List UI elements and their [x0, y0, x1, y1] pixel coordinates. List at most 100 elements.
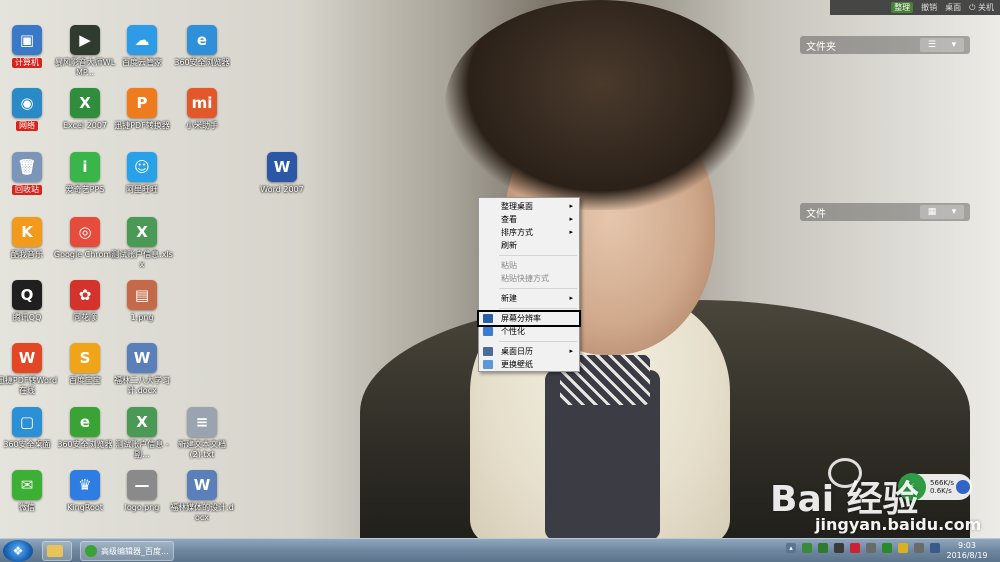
chevron-down-icon[interactable]: ▾ [952, 40, 957, 50]
menu-separator [499, 308, 577, 309]
network-tray-icon[interactable] [898, 543, 908, 553]
desktop-icon-word-file[interactable]: W 福林二八大学习计.docx [110, 343, 174, 396]
desktop-icon-label: 小米助手 [186, 121, 218, 130]
monitor-icon[interactable] [834, 543, 844, 553]
desktop-icon-text-file[interactable]: ≡ 新建文本文档 (2).txt [170, 407, 234, 460]
desktop-icon-ie-browser[interactable]: e 360安全浏览器 [170, 25, 234, 68]
desktop-icon-pdf-converter[interactable]: P 迅捷PDF转换器 [110, 88, 174, 131]
clock-date: 2016/8/19 [946, 551, 988, 560]
flag-icon[interactable] [850, 543, 860, 553]
menu-item-2[interactable]: 排序方式 ▸ [479, 226, 579, 239]
volume-icon[interactable] [914, 543, 924, 553]
pdf-converter-icon: P [127, 88, 157, 118]
desktop-icon-wechat[interactable]: ✉ 微信 [0, 470, 59, 513]
tray-expand-icon[interactable]: ▴ [786, 543, 796, 553]
desktop-icon-network[interactable]: ◉ 网络 [0, 88, 59, 131]
chevron-down-icon[interactable]: ▾ [952, 207, 957, 217]
browser-task[interactable]: 高级编辑器_百度... [80, 541, 174, 561]
desktop-icon-cloud[interactable]: ☁ 百度云管家 [110, 25, 174, 68]
menu-item-3[interactable]: 刷新 [479, 239, 579, 252]
desktop-icon-kuwo-music[interactable]: K 酷我音乐 [0, 217, 59, 260]
menu-item-6[interactable]: 新建 ▸ [479, 292, 579, 305]
desktop-icon-aliwangwang[interactable]: ☺ 阿里旺旺 [110, 152, 174, 195]
desktop-icon-label: 360安全浏览器 [57, 440, 113, 449]
menu-item-label: 整理桌面 [501, 202, 533, 211]
battery-icon[interactable] [802, 543, 812, 553]
desktop-icon-label: 1.png [130, 313, 154, 322]
menu-item-8[interactable]: 个性化 [479, 325, 579, 338]
desktop-icon-recycle-bin[interactable]: 🗑 回收站 [0, 152, 59, 195]
desktop-icon-label: Excel 2007 [62, 121, 108, 130]
undo-button[interactable]: 撤销 [921, 2, 937, 13]
taskbar-clock[interactable]: 9:03 2016/8/19 [942, 541, 992, 561]
fence-title: 文件夹 [806, 41, 836, 53]
shield-icon[interactable] [882, 543, 892, 553]
desktop-icon-360-browser[interactable]: e 360安全浏览器 [53, 407, 117, 450]
menu-separator [499, 288, 577, 289]
desktop-icon-baidu-app[interactable]: S 百度宝宝 [53, 343, 117, 386]
folder-icon [47, 545, 63, 557]
desktop-button[interactable]: 桌面 [945, 2, 961, 13]
desktop-icon-excel[interactable]: X Excel 2007 [53, 88, 117, 131]
desktop-icon-mi-assistant[interactable]: mi 小米助手 [170, 88, 234, 131]
desktop-icon-word[interactable]: W Word 2007 [250, 152, 314, 195]
desktop-icon-tonghuashun[interactable]: ✿ 同花顺 [53, 280, 117, 323]
desktop-icon-label: 阿里旺旺 [126, 185, 158, 194]
desktop-icon-label: 百度宝宝 [69, 376, 101, 385]
menu-item-label: 刷新 [501, 241, 517, 250]
organize-button[interactable]: 整理 [891, 2, 914, 13]
watermark-url: jingyan.baidu.com [815, 515, 982, 534]
desktop-icon-video-player[interactable]: ▶ 暴风影音大师WLMP... [53, 25, 117, 78]
menu-item-1[interactable]: 查看 ▸ [479, 213, 579, 226]
desktop-icon-pdf-word[interactable]: W 迅捷PDF转Word在线 [0, 343, 59, 396]
desktop-icon-chrome[interactable]: ◎ Google Chrome [53, 217, 117, 260]
browser-icon [956, 480, 970, 494]
fence-controls[interactable]: ☰ ▾ [920, 38, 964, 52]
pdf-word-icon: W [12, 343, 42, 373]
menu-item-9[interactable]: 桌面日历 ▸ [479, 345, 579, 358]
desktop-icon-kingroot[interactable]: ♛ KingRoot [53, 470, 117, 513]
text-file-icon: ≡ [187, 407, 217, 437]
menu-item-0[interactable]: 整理桌面 ▸ [479, 200, 579, 213]
taskbar: ❖ 高级编辑器_百度... ▴ 9:03 2016/8/19 [0, 538, 1000, 562]
word-file-icon: W [127, 343, 157, 373]
file-explorer-task[interactable] [42, 541, 72, 561]
fence-folders[interactable]: 文件夹 ☰ ▾ [800, 36, 970, 54]
grid-view-icon[interactable]: ▦ [928, 207, 937, 217]
desktop-icon-label: 计算机 [12, 58, 42, 68]
desktop-icon-label: 腾讯QQ [12, 313, 42, 322]
desktop-icon-computer[interactable]: ▣ 计算机 [0, 25, 59, 68]
iqiyi-icon: i [70, 152, 100, 182]
desktop-icon-label: Word 2007 [260, 185, 304, 194]
menu-item-10[interactable]: 更换壁纸 [479, 358, 579, 371]
desktop-icon-label: KingRoot [67, 503, 103, 512]
desktop-icon-logo-image[interactable]: — logo.png [110, 470, 174, 513]
desktop-icon-qq[interactable]: Q 腾讯QQ [0, 280, 59, 323]
desktop-icon-label: 酷我音乐 [11, 250, 43, 259]
submenu-arrow-icon: ▸ [569, 202, 573, 210]
fence-files[interactable]: 文件 ▦ ▾ [800, 203, 970, 221]
desktop-icon-word-doc[interactable]: W 福林媒体的设计.docx [170, 470, 234, 523]
security-icon[interactable] [818, 543, 828, 553]
desktop-icon-excel-file-copy[interactable]: X 测试账户信息 - 副... [110, 407, 174, 460]
menu-item-5[interactable]: 粘贴快捷方式 [479, 272, 579, 285]
shutdown-button[interactable]: ⏻ 关机 [969, 2, 994, 13]
keyboard-icon[interactable] [930, 543, 940, 553]
menu-item-4[interactable]: 粘贴 [479, 259, 579, 272]
start-button[interactable]: ❖ [3, 540, 33, 562]
desktop-icon-label: Google Chrome [53, 250, 117, 259]
desktop-icon-excel-file[interactable]: X 测试账户信息.xlsx [110, 217, 174, 270]
list-view-icon[interactable]: ☰ [928, 40, 936, 50]
word-doc-icon: W [187, 470, 217, 500]
video-player-icon: ▶ [70, 25, 100, 55]
desktop-icon-360-desktop[interactable]: ▢ 360安全桌面 [0, 407, 59, 450]
cloud-icon: ☁ [127, 25, 157, 55]
fence-controls[interactable]: ▦ ▾ [920, 205, 964, 219]
desktop-icon-label: 测试账户信息.xlsx [111, 250, 173, 269]
speaker-icon[interactable] [866, 543, 876, 553]
clock-time: 9:03 [958, 541, 976, 550]
desktop-icon-iqiyi[interactable]: i 爱奇艺PPS [53, 152, 117, 195]
desktop-icon-image-file[interactable]: ▤ 1.png [110, 280, 174, 323]
menu-item-label: 桌面日历 [501, 347, 533, 356]
menu-item-7[interactable]: 屏幕分辨率 [477, 310, 581, 327]
